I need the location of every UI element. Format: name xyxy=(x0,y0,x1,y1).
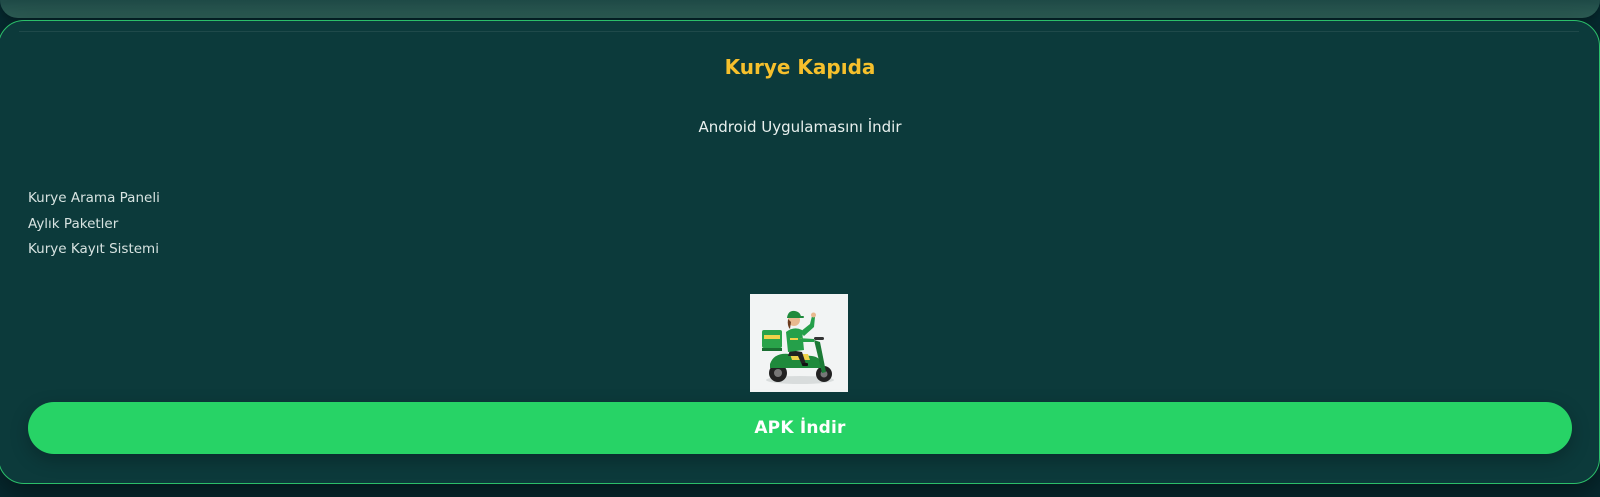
menu-item-kurye-kayit[interactable]: Kurye Kayıt Sistemi xyxy=(28,237,160,263)
top-strip xyxy=(0,0,1600,18)
apk-download-button[interactable]: APK İndir xyxy=(28,402,1572,454)
app-title: Kurye Kapıda xyxy=(724,55,876,79)
menu-item-kurye-arama[interactable]: Kurye Arama Paneli xyxy=(28,186,160,212)
courier-scooter-image xyxy=(750,294,848,392)
courier-scooter-illustration xyxy=(762,310,834,384)
feature-menu: Kurye Arama Paneli Aylık Paketler Kurye … xyxy=(28,186,160,263)
menu-item-aylik-paketler[interactable]: Aylık Paketler xyxy=(28,212,160,238)
download-subtitle: Android Uygulamasını İndir xyxy=(698,118,902,136)
